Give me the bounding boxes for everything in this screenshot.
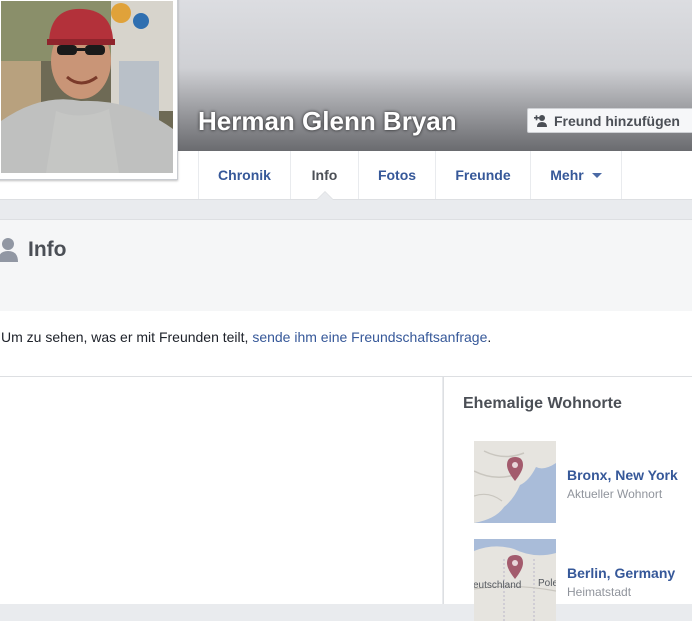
notice-suffix: . — [487, 329, 492, 345]
info-section-header: Info — [0, 219, 692, 312]
map-image: eutschland Pole — [474, 539, 556, 621]
add-friend-label: Freund hinzufügen — [554, 112, 680, 129]
place-item-bronx[interactable]: Bronx, New York Aktueller Wohnort — [474, 441, 692, 523]
place-name-link[interactable]: Berlin, Germany — [567, 565, 675, 581]
tab-mehr-label: Mehr — [550, 167, 584, 183]
map-image — [474, 441, 556, 523]
profile-name: Herman Glenn Bryan — [198, 106, 457, 136]
add-friend-button[interactable]: Freund hinzufügen — [527, 108, 692, 133]
tab-mehr[interactable]: Mehr — [530, 151, 622, 199]
map-label-deutschland: eutschland — [474, 580, 521, 591]
map-thumbnail[interactable]: eutschland Pole — [474, 539, 556, 621]
place-type-label: Heimatstadt — [567, 585, 632, 599]
tab-chronik-label: Chronik — [218, 167, 271, 183]
tab-freunde[interactable]: Freunde — [435, 151, 530, 199]
tab-chronik[interactable]: Chronik — [198, 151, 290, 199]
person-icon — [0, 238, 18, 262]
profile-photo-image — [1, 1, 173, 173]
add-friend-icon — [534, 114, 548, 128]
info-title: Info — [28, 238, 67, 261]
map-thumbnail[interactable] — [474, 441, 556, 523]
place-name-link[interactable]: Bronx, New York — [567, 467, 678, 483]
tab-fotos[interactable]: Fotos — [358, 151, 435, 199]
notice-prefix: Um zu sehen, was er mit Freunden teilt, — [1, 329, 253, 345]
profile-picture[interactable] — [0, 0, 178, 180]
info-left-column — [0, 377, 442, 604]
places-lived-title: Ehemalige Wohnorte — [463, 395, 622, 412]
tab-info[interactable]: Info — [290, 151, 358, 200]
map-label-pole: Pole — [538, 578, 556, 589]
places-lived-panel: Ehemalige Wohnorte Bronx, New York Aktue… — [443, 377, 692, 621]
tab-info-label: Info — [311, 167, 338, 183]
place-type-label: Aktueller Wohnort — [567, 487, 663, 501]
send-friend-request-link[interactable]: sende ihm eine Freundschaftsanfrage — [252, 329, 487, 345]
place-item-berlin[interactable]: eutschland Pole Berlin, Germany Heimatst… — [474, 539, 692, 621]
notice-text: Um zu sehen, was er mit Freunden teilt, … — [1, 329, 491, 345]
friend-request-notice: Um zu sehen, was er mit Freunden teilt, … — [0, 311, 692, 377]
tab-fotos-label: Fotos — [377, 167, 417, 183]
tab-freunde-label: Freunde — [455, 167, 511, 183]
chevron-down-icon — [591, 172, 602, 178]
